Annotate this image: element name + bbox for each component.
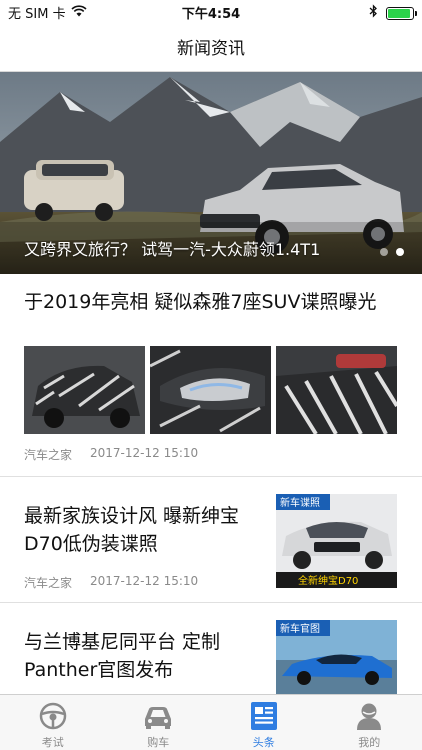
news-title[interactable]: 于2019年亮相 疑似森雅7座SUV谍照曝光: [24, 288, 404, 316]
banner-caption[interactable]: 又跨界又旅行？ 试驾一汽-大众蔚领1.4T1: [24, 236, 320, 260]
page-dot-active[interactable]: [396, 248, 404, 256]
tab-label: 购车: [147, 736, 170, 749]
news-title[interactable]: 与兰博基尼同平台 定制Panther官图发布: [24, 628, 274, 684]
tab-exam[interactable]: 考试: [0, 695, 106, 750]
news-time: 2017-12-12 15:10: [90, 446, 199, 460]
tab-buy-car[interactable]: 购车: [106, 695, 212, 750]
news-title[interactable]: 最新家族设计风 曝新绅宝D70低伪装谍照: [24, 502, 274, 558]
news-icon: [250, 701, 278, 731]
image-caption: 全新绅宝D70: [298, 574, 358, 587]
navigation-bar: 新闻资讯: [0, 22, 422, 72]
battery-level: [388, 8, 410, 18]
steering-wheel-icon: [38, 701, 68, 731]
image-badge: 新车谍照: [280, 496, 320, 509]
news-item[interactable]: 最新家族设计风 曝新绅宝D70低伪装谍照 汽车之家 2017-12-12 15:…: [0, 478, 422, 603]
tab-label: 考试: [41, 736, 64, 749]
tab-label: 我的: [358, 736, 381, 749]
banner-carousel[interactable]: 又跨界又旅行？ 试驾一汽-大众蔚领1.4T1: [0, 72, 422, 274]
bluetooth-icon: [369, 4, 378, 22]
news-thumbnail: [276, 346, 397, 434]
news-thumbnails: [24, 346, 397, 434]
page-title: 新闻资讯: [177, 39, 245, 59]
news-thumbnail: 新车官图: [276, 620, 397, 694]
image-badge: 新车官图: [280, 622, 320, 635]
news-thumbnail: [150, 346, 271, 434]
tab-mine[interactable]: 我的: [317, 695, 422, 750]
news-source: 汽车之家: [24, 576, 73, 590]
status-time: 下午4:54: [181, 7, 241, 22]
status-bar: 无 SIM 卡 下午4:54: [0, 0, 422, 22]
battery-icon: [386, 6, 417, 20]
tab-headlines[interactable]: 头条: [211, 695, 317, 750]
news-item[interactable]: 于2019年亮相 疑似森雅7座SUV谍照曝光 汽车之家 2017-12-12 1…: [0, 284, 422, 477]
news-thumbnail: 新车谍照 全新绅宝D70: [276, 494, 397, 588]
news-thumbnail: [24, 346, 145, 434]
tab-bar: 考试 购车 头条 我的: [0, 694, 422, 750]
user-icon: [355, 701, 383, 731]
news-item[interactable]: 与兰博基尼同平台 定制Panther官图发布 新车官图: [0, 604, 422, 694]
car-icon: [141, 701, 175, 731]
news-source: 汽车之家: [24, 448, 73, 462]
news-time: 2017-12-12 15:10: [90, 574, 199, 588]
banner-page-indicator[interactable]: [380, 248, 404, 256]
page-dot[interactable]: [380, 248, 388, 256]
tab-label: 头条: [252, 736, 275, 749]
